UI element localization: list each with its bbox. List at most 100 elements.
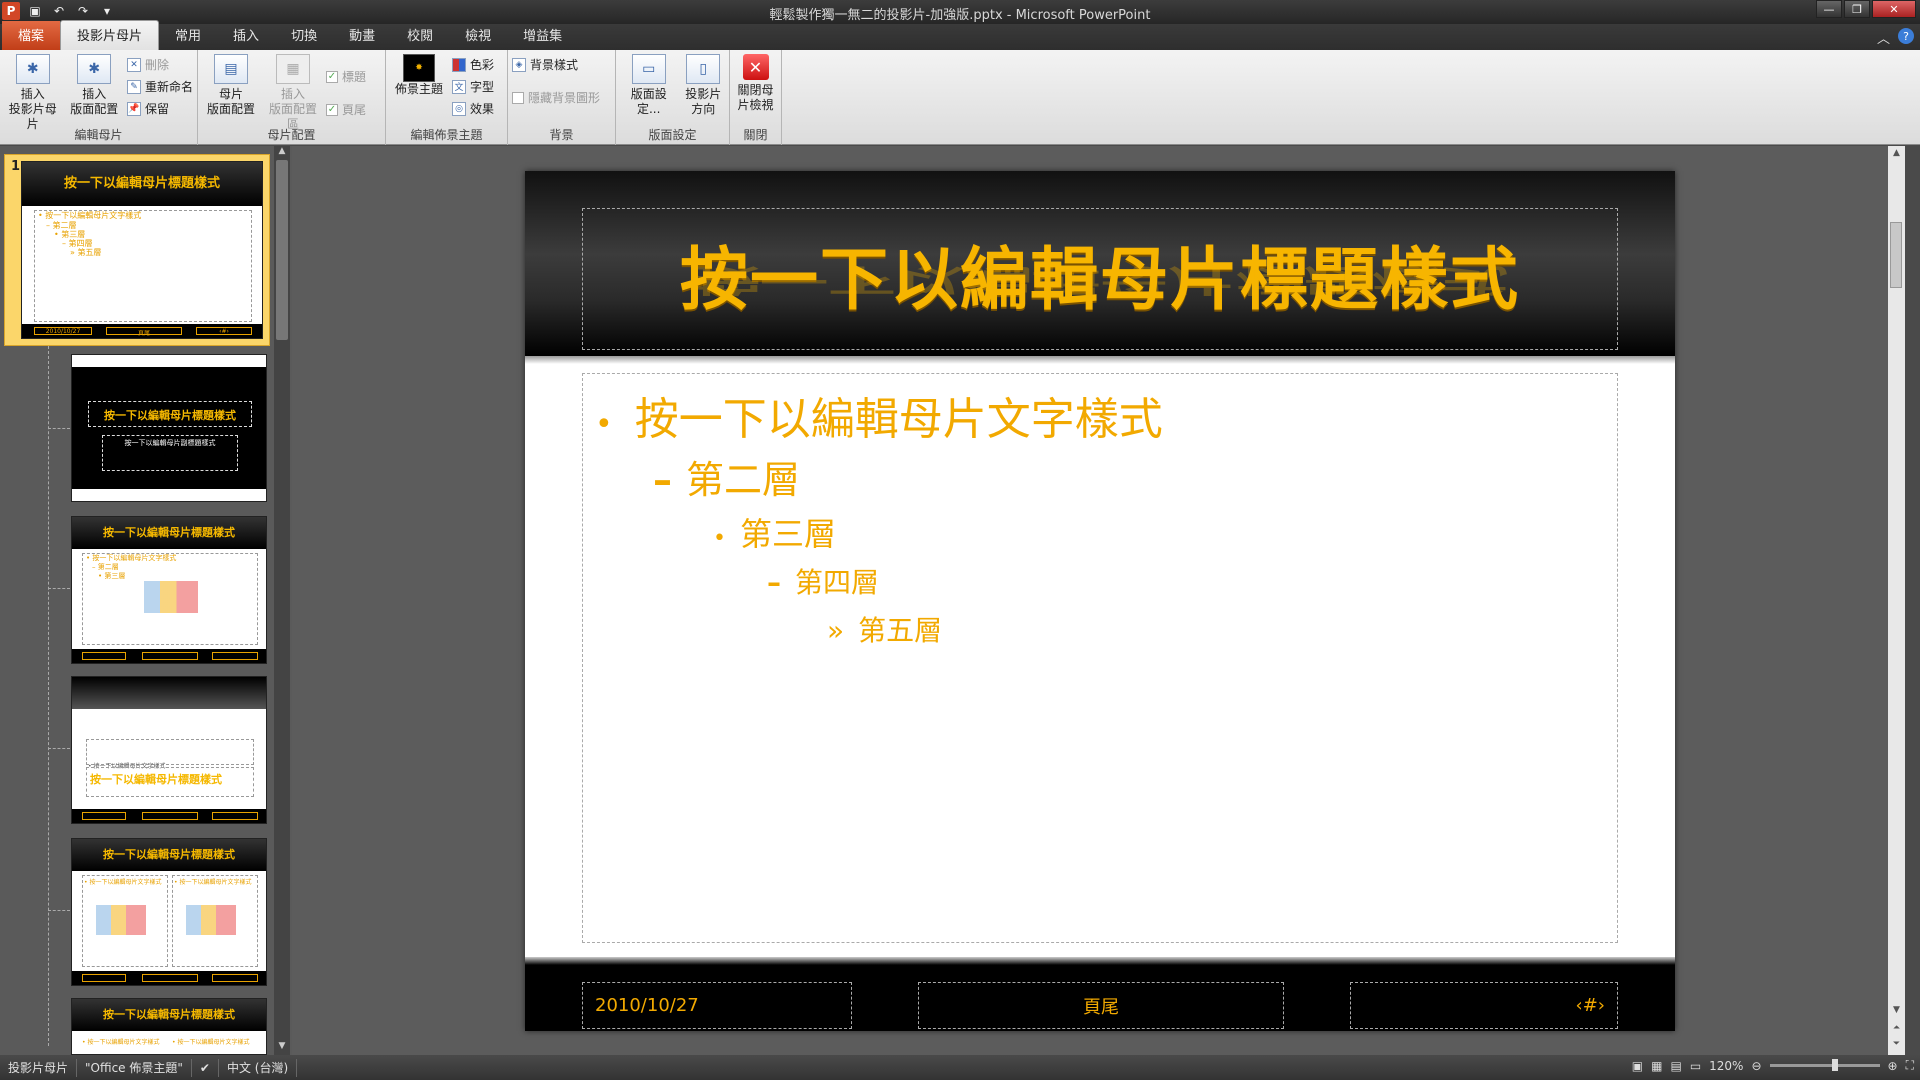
tab-view[interactable]: 檢視 — [449, 21, 507, 50]
effects-icon: ◎ — [452, 101, 466, 116]
ribbon: ✱ 插入 投影片母片 ✱ 插入 版面配置 ✕ 刪除 ✎ 重新命名 📌 保留 編輯母片 … — [0, 50, 1920, 145]
tab-animations[interactable]: 動畫 — [333, 21, 391, 50]
thumbnail-title: 按一下以編輯母片標題樣式 — [104, 409, 236, 422]
thumbnail-layout-title[interactable]: 按一下以編輯母片標題樣式 按一下以編輯母片副標題樣式 — [71, 354, 267, 502]
group-page-setup: ▭ 版面設定... ▯ 投影片 方向 版面設定 — [616, 50, 730, 145]
close-window-icon[interactable]: ✕ — [1872, 0, 1916, 18]
group-close: ✕ 關閉母 片檢視 關閉 — [730, 50, 782, 145]
pin-icon: 📌 — [126, 101, 141, 116]
preserve-button[interactable]: 📌 保留 — [126, 100, 193, 117]
paint-bucket-icon: ◈ — [512, 57, 526, 72]
previous-slide-icon[interactable]: ⏶ — [1888, 1023, 1905, 1033]
connector-line — [48, 428, 70, 429]
group-label: 版面設定 — [648, 128, 697, 142]
title-reflection: 按一下以編輯母片標題樣式 — [691, 261, 1508, 298]
delete-button[interactable]: ✕ 刪除 — [126, 56, 193, 73]
slide-number-placeholder[interactable]: ‹#› — [1350, 982, 1618, 1029]
minimize-ribbon-icon[interactable]: ︿ — [1877, 28, 1890, 47]
scroll-down-icon[interactable]: ▼ — [1888, 1005, 1905, 1015]
thumbnail-layout-comparison[interactable]: 按一下以編輯母片標題樣式 • 按一下以編輯母片文字樣式 • 按一下以編輯母片文字… — [71, 998, 267, 1055]
group-edit-master: ✱ 插入 投影片母片 ✱ 插入 版面配置 ✕ 刪除 ✎ 重新命名 📌 保留 編輯母片 — [0, 50, 198, 145]
slideshow-icon[interactable]: ▭ — [1690, 1059, 1701, 1073]
thumbnail-scrollbar[interactable]: ▲ ▼ — [274, 146, 290, 1055]
zoom-out-icon[interactable]: ⊖ — [1751, 1059, 1761, 1073]
bullet-icon: – — [653, 458, 672, 502]
rename-button[interactable]: ✎ 重新命名 — [126, 78, 193, 95]
thumbnail-footer-number — [212, 974, 258, 982]
scrollbar-thumb[interactable] — [276, 160, 288, 340]
slide-thumbnail-pane: 1 按一下以編輯母片標題樣式 • 按一下以編輯母片文字樣式 – 第二層 • 第三… — [0, 146, 292, 1055]
thumbnail-line: • 按一下以編輯母片文字樣式 — [172, 1039, 250, 1046]
tab-home[interactable]: 常用 — [159, 21, 217, 50]
title-checkbox[interactable]: ✓ 標題 — [326, 68, 366, 85]
delete-icon: ✕ — [126, 57, 141, 72]
tab-addins[interactable]: 增益集 — [507, 21, 578, 50]
zoom-slider[interactable] — [1769, 1059, 1880, 1071]
group-background: ◈ 背景樣式 隱藏背景圖形 背景 — [508, 50, 616, 145]
thumbnail-footer-text — [142, 812, 198, 820]
title-placeholder[interactable]: 按一下以編輯母片標題樣式 按一下以編輯母片標題樣式 — [582, 208, 1618, 350]
hide-background-graphics-checkbox[interactable]: 隱藏背景圖形 — [512, 89, 600, 106]
thumbnail-line: » 第五層 — [70, 248, 102, 257]
master-thumbnail-selected[interactable]: 1 按一下以編輯母片標題樣式 • 按一下以編輯母片文字樣式 – 第二層 • 第三… — [4, 154, 270, 346]
minimize-icon[interactable]: — — [1816, 0, 1842, 18]
thumbnail-line: • 按一下以編輯母片文字樣式 — [174, 879, 252, 886]
normal-view-icon[interactable]: ▣ — [1632, 1059, 1643, 1073]
status-theme: "Office 佈景主題" — [77, 1058, 192, 1077]
effects-button[interactable]: ◎ 效果 — [452, 100, 494, 117]
tab-review[interactable]: 校閱 — [391, 21, 449, 50]
status-language[interactable]: 中文 (台灣) — [219, 1058, 298, 1077]
layout-connector — [48, 346, 49, 1046]
fonts-icon: 文 — [452, 79, 466, 94]
background-styles-button[interactable]: ◈ 背景樣式 — [512, 56, 600, 73]
scroll-up-icon[interactable]: ▲ — [274, 146, 290, 160]
group-master-layout: ▤ 母片 版面配置 ▦ 插入 版面配置區 ✓ 標題 ✓ 頁尾 母片配置 — [198, 50, 386, 145]
thumbnail-line: • 按一下以編輯母片文字樣式 — [82, 1039, 160, 1046]
theme-thumbnail-icon: ✸ — [403, 54, 435, 82]
zoom-in-icon[interactable]: ⊕ — [1888, 1059, 1898, 1073]
bullet-icon: – — [767, 566, 781, 599]
checkbox-icon — [512, 91, 524, 104]
tab-transitions[interactable]: 切換 — [275, 21, 333, 50]
reading-view-icon[interactable]: ▤ — [1670, 1059, 1681, 1073]
check-icon: ✓ — [326, 103, 338, 116]
zoom-level[interactable]: 120% — [1709, 1059, 1743, 1073]
scroll-down-icon[interactable]: ▼ — [274, 1041, 290, 1055]
tab-insert[interactable]: 插入 — [217, 21, 275, 50]
slide-scrollbar[interactable]: ▲ ▼ ⏶ ⏷ — [1888, 146, 1905, 1055]
content-icons-icon — [186, 905, 236, 935]
text-level-5: » 第五層 — [827, 609, 942, 649]
tab-file[interactable]: 檔案 — [2, 21, 61, 50]
bullet-icon: • — [595, 407, 613, 442]
maximize-icon[interactable]: ❐ — [1844, 0, 1870, 18]
scroll-up-icon[interactable]: ▲ — [1888, 148, 1905, 158]
thumbnail-layout-section[interactable]: • 按一下以編輯母片文字樣式 按一下以編輯母片標題樣式 — [71, 676, 267, 824]
spellcheck-icon[interactable]: ✔ — [192, 1058, 219, 1077]
thumbnail-layout-content[interactable]: 按一下以編輯母片標題樣式 • 按一下以編輯母片文字樣式 – 第二層 • 第三層 — [71, 516, 267, 664]
connector-line — [48, 588, 70, 589]
text-level-1: • 按一下以編輯母片文字樣式 — [595, 383, 1163, 447]
fit-to-window-icon[interactable]: ⛶ — [1906, 1058, 1914, 1073]
thumbnail-footer-date: 2010/10/27 — [34, 327, 92, 335]
text-level-4: – 第四層 — [767, 561, 879, 601]
zoom-slider-thumb[interactable] — [1831, 1059, 1838, 1071]
colors-button[interactable]: 色彩 — [452, 56, 494, 73]
thumbnail-layout-two-content[interactable]: 按一下以編輯母片標題樣式 • 按一下以編輯母片文字樣式 • 按一下以編輯母片文字… — [71, 838, 267, 986]
level-text: 按一下以編輯母片文字樣式 — [634, 394, 1163, 445]
insert-master-icon: ✱ — [15, 54, 50, 84]
thumbnail-footer-date — [82, 652, 126, 660]
colors-icon — [452, 57, 466, 72]
tab-slide-master[interactable]: 投影片母片 — [60, 20, 160, 50]
footer-placeholder[interactable]: 頁尾 — [918, 982, 1284, 1029]
placeholder-icon: ▦ — [276, 54, 310, 84]
group-label: 關閉 — [743, 128, 768, 142]
footer-checkbox[interactable]: ✓ 頁尾 — [326, 101, 366, 118]
fonts-button[interactable]: 文字型 — [452, 78, 494, 95]
scrollbar-thumb[interactable] — [1890, 222, 1902, 288]
date-placeholder[interactable]: 2010/10/27 — [582, 982, 852, 1029]
help-icon[interactable]: ? — [1898, 28, 1914, 44]
insert-layout-icon: ✱ — [77, 54, 112, 84]
next-slide-icon[interactable]: ⏷ — [1888, 1039, 1905, 1049]
thumbnail-title: 按一下以編輯母片標題樣式 — [72, 839, 266, 871]
slide-sorter-icon[interactable]: ▦ — [1651, 1059, 1662, 1073]
